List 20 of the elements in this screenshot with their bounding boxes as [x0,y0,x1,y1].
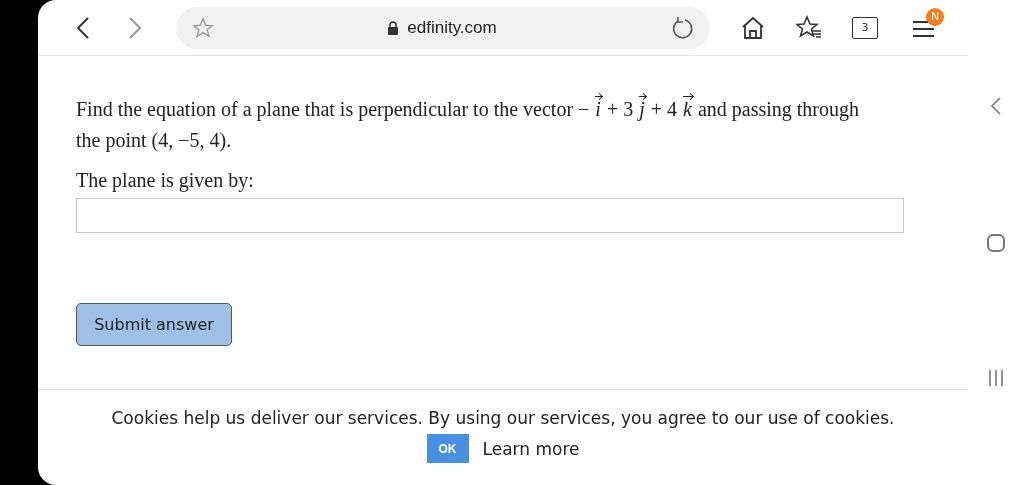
back-icon [76,15,90,40]
forward-icon [128,15,142,40]
tabs-button[interactable]: 3 [852,16,878,39]
url-text: edfinity.com [407,17,497,38]
star-icon [192,16,214,39]
learn-more-link[interactable]: Learn more [482,438,580,459]
tab-count: 3 [861,21,869,34]
submit-button[interactable]: Submit answer [76,303,232,346]
bookmarks-icon[interactable] [796,14,822,41]
reload-icon[interactable] [670,15,694,40]
address-bar[interactable]: edfinity.com [176,6,710,49]
prompt-text: The plane is given by: [76,169,255,192]
answer-field[interactable] [76,198,904,233]
question-text: Find the equation of a plane that is perpendicular to the vector − i + 3 j + 4 k and passing through the point (4, −5, 4). [76,94,876,156]
cookie-notice: Cookies help us deliver our services. By using our services, you agree to our use of cookies. [111,408,895,428]
notification-badge: N [926,7,944,26]
lock-icon [387,20,400,35]
recents-icon[interactable] [988,369,1004,387]
back-icon[interactable] [990,96,1002,116]
home-icon[interactable] [740,14,766,41]
